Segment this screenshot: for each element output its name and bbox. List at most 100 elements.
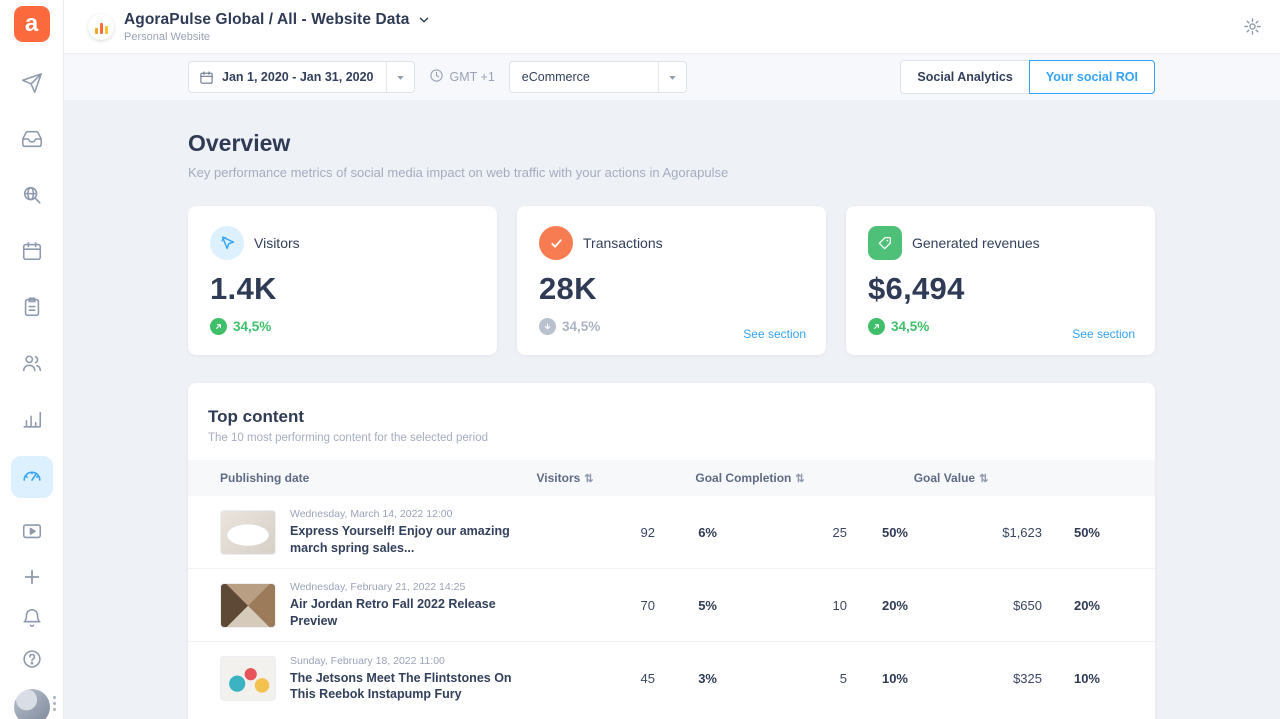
table-header: Publishing date Visitors ⇅ Goal Completi… <box>188 460 1155 496</box>
visitors-percent: 3% <box>698 671 717 686</box>
timezone-value: GMT +1 <box>449 70 495 84</box>
chevron-down-icon <box>657 62 686 92</box>
sidebar: a <box>0 0 64 719</box>
table-row: Wednesday, March 14, 2022 12:00 Express … <box>188 496 1155 569</box>
column-goal-value[interactable]: Goal Value ⇅ <box>914 471 989 485</box>
tab-your-social-roi[interactable]: Your social ROI <box>1028 60 1155 94</box>
trend-up-icon <box>868 318 885 335</box>
sidebar-item-roi-dashboard[interactable] <box>10 456 53 498</box>
app-window: a AgoraPulse Global / All - Website Data… <box>0 0 1280 719</box>
goal-completion-percent: 50% <box>881 524 908 540</box>
plus-icon <box>21 566 43 593</box>
sidebar-item-community[interactable] <box>11 344 53 386</box>
segment-select[interactable]: eCommerce <box>508 61 687 93</box>
column-publishing-date: Publishing date <box>220 471 310 485</box>
sort-icon: ⇅ <box>795 472 805 485</box>
goal-completion-count: 5 <box>839 671 847 686</box>
visitors-percent: 5% <box>698 597 717 613</box>
profile-selector[interactable]: AgoraPulse Global / All - Website Data <box>124 11 431 29</box>
column-label: Goal Value <box>913 471 976 485</box>
table-row: Wednesday, February 21, 2022 14:25 Air J… <box>188 569 1155 642</box>
transactions-icon <box>539 226 573 260</box>
reports-icon <box>21 408 43 435</box>
goal-completion-count: 25 <box>832 524 847 540</box>
filters-toolbar: Jan 1, 2020 - Jan 31, 2020 GMT +1 eComme… <box>64 54 1280 100</box>
sidebar-item-inbox[interactable] <box>11 120 53 162</box>
goal-value-amount: $1,623 <box>1002 524 1042 540</box>
sidebar-item-add[interactable] <box>13 560 51 598</box>
analytics-profile-icon <box>88 13 114 40</box>
social-listening-icon <box>21 184 43 211</box>
sidebar-item-calendar[interactable] <box>11 232 53 274</box>
sidebar-item-notifications[interactable] <box>13 601 51 639</box>
sidebar-item-reports[interactable] <box>11 400 53 442</box>
table-row: Sunday, February 18, 2022 11:00 The Jets… <box>188 642 1155 715</box>
help-icon <box>21 648 43 675</box>
sidebar-item-content[interactable] <box>11 512 53 554</box>
timezone-indicator: GMT +1 <box>429 68 495 86</box>
goal-value-amount: $325 <box>1013 671 1042 686</box>
chevron-down-icon <box>417 13 431 27</box>
visitors-icon <box>210 226 244 260</box>
calendar-icon <box>199 70 214 85</box>
content-title: Express Yourself! Enjoy our amazing marc… <box>290 524 510 555</box>
visitors-percent: 6% <box>698 524 717 540</box>
card-label: Transactions <box>583 235 663 251</box>
top-header: AgoraPulse Global / All - Website Data P… <box>64 0 1280 54</box>
column-goal-completion[interactable]: Goal Completion ⇅ <box>695 471 804 485</box>
tab-social-analytics[interactable]: Social Analytics <box>900 60 1029 94</box>
content-thumbnail <box>220 509 276 555</box>
publish-date: Sunday, February 18, 2022 11:00 <box>290 654 445 667</box>
visitors-value: 1.4K <box>210 271 277 306</box>
avatar-menu-dots[interactable] <box>53 696 56 711</box>
trend-value: 34,5% <box>562 319 601 334</box>
column-label: Visitors <box>536 471 581 485</box>
goal-completion-percent: 10% <box>881 671 908 686</box>
goal-value-percent: 10% <box>1073 671 1100 686</box>
user-avatar[interactable] <box>13 689 50 719</box>
date-range-value: Jan 1, 2020 - Jan 31, 2020 <box>222 70 374 84</box>
publish-date: Wednesday, February 21, 2022 14:25 <box>290 581 466 594</box>
content-item[interactable]: Sunday, February 18, 2022 11:00 The Jets… <box>220 655 560 703</box>
visitors-card: Visitors 1.4K 34,5% <box>188 206 497 355</box>
roi-gauge-icon <box>21 464 43 491</box>
transactions-card: Transactions 28K 34,5% See section <box>517 206 826 355</box>
settings-gear-icon[interactable] <box>1243 17 1262 36</box>
sidebar-item-help[interactable] <box>13 642 51 680</box>
sort-icon: ⇅ <box>584 472 594 485</box>
content-item[interactable]: Wednesday, February 21, 2022 14:25 Air J… <box>220 581 560 629</box>
calendar-icon <box>21 240 43 267</box>
revenue-icon <box>868 226 902 260</box>
sidebar-item-send[interactable] <box>11 64 53 106</box>
top-content-card: Top content The 10 most performing conte… <box>188 383 1155 719</box>
goal-completion-count: 10 <box>832 597 847 613</box>
sidebar-item-publishing[interactable] <box>11 288 53 330</box>
top-content-heading: Top content <box>208 407 304 426</box>
logo-letter: a <box>24 10 39 37</box>
send-icon <box>21 72 43 99</box>
content-item[interactable]: Wednesday, March 14, 2022 12:00 Express … <box>220 508 560 556</box>
revenues-card: Generated revenues $6,494 34,5% See sect… <box>846 206 1155 355</box>
trend-up-icon <box>210 318 227 335</box>
column-visitors[interactable]: Visitors ⇅ <box>536 471 593 485</box>
revenues-value: $6,494 <box>868 271 965 306</box>
content-title: Air Jordan Retro Fall 2022 Release Previ… <box>290 597 496 628</box>
content-thumbnail <box>220 582 276 628</box>
community-icon <box>21 352 43 379</box>
agorapulse-logo[interactable]: a <box>13 6 50 42</box>
column-label: Goal Completion <box>695 471 792 485</box>
sidebar-item-listening[interactable] <box>11 176 53 218</box>
inbox-icon <box>21 128 43 155</box>
chevron-down-icon <box>385 62 414 92</box>
trend-value: 34,5% <box>233 319 272 334</box>
goal-value-amount: $650 <box>1013 597 1042 613</box>
see-section-link[interactable]: See section <box>743 327 806 341</box>
content-thumbnail <box>220 656 276 701</box>
profile-subtitle: Personal Website <box>124 30 211 43</box>
date-range-picker[interactable]: Jan 1, 2020 - Jan 31, 2020 <box>188 61 415 93</box>
see-section-link[interactable]: See section <box>1072 327 1135 341</box>
publishing-icon <box>21 296 43 323</box>
sidebar-bottom <box>13 560 51 719</box>
overview-heading: Overview <box>188 130 291 156</box>
overview-subheading: Key performance metrics of social media … <box>188 165 729 180</box>
